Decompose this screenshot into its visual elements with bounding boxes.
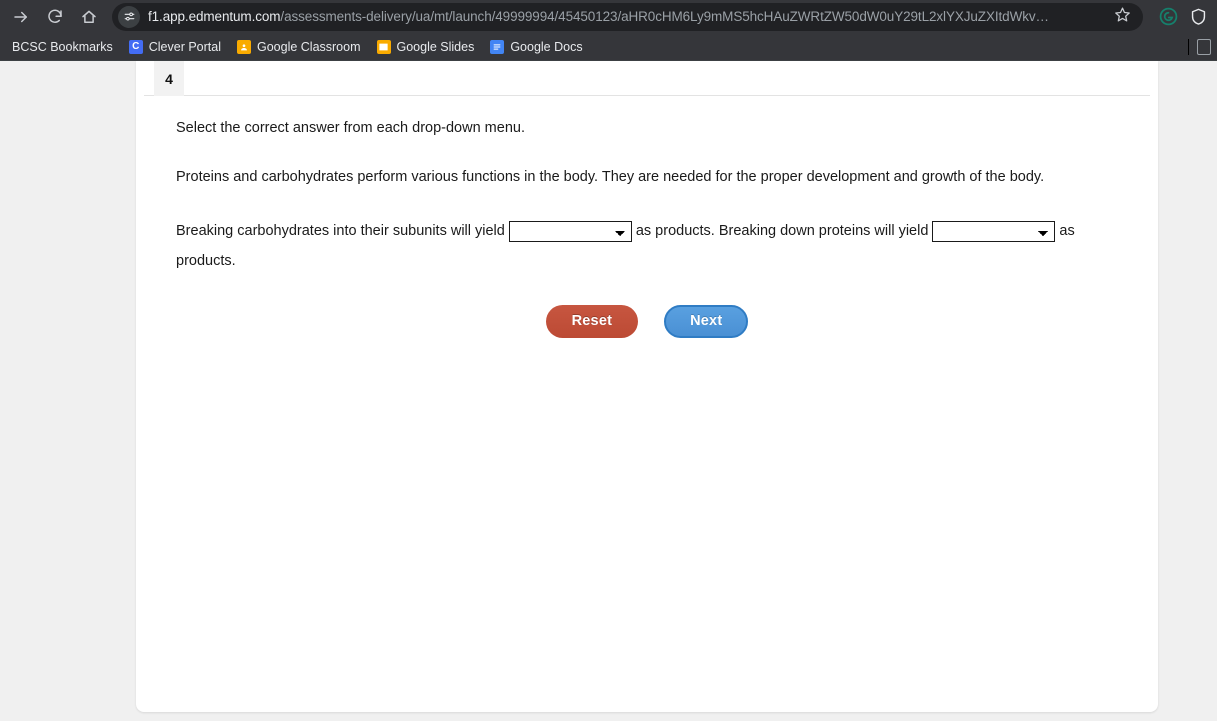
browser-chrome: f1.app.edmentum.com/assessments-delivery… — [0, 0, 1217, 61]
question-instruction: Select the correct answer from each drop… — [176, 120, 525, 136]
bookmark-label: Clever Portal — [148, 39, 221, 54]
bookmark-label: Google Slides — [396, 39, 475, 54]
bookmark-google-slides[interactable]: Google Slides — [369, 36, 483, 58]
fill-text-part-2: as products. Breaking down proteins will… — [635, 223, 929, 240]
bookmark-google-classroom[interactable]: Google Classroom — [229, 36, 369, 58]
page-viewport: 4 Select the correct answer from each dr… — [0, 61, 1217, 720]
bookmark-bcsc-bookmarks[interactable]: BCSC Bookmarks — [4, 36, 121, 58]
shield-extension-icon[interactable] — [1185, 4, 1211, 30]
arrow-right-icon — [12, 8, 30, 26]
site-settings-icon[interactable] — [118, 5, 140, 28]
grammarly-extension-icon[interactable] — [1155, 4, 1181, 30]
home-button[interactable] — [75, 3, 103, 31]
browser-toolbar: f1.app.edmentum.com/assessments-delivery… — [0, 0, 1217, 33]
url-text: f1.app.edmentum.com/assessments-delivery… — [148, 9, 1107, 24]
carbohydrate-products-dropdown[interactable] — [508, 220, 632, 242]
fill-text-part-1: Breaking carbohydrates into their subuni… — [176, 223, 505, 240]
fill-in-the-blank-sentence: Breaking carbohydrates into their subuni… — [176, 216, 1118, 277]
question-stem: Proteins and carbohydrates perform vario… — [176, 169, 1045, 186]
question-actions: Reset Next — [176, 304, 1118, 338]
bookmarks-divider — [1188, 38, 1189, 55]
question-body: Select the correct answer from each drop… — [136, 96, 1158, 338]
reload-icon — [46, 8, 64, 26]
google-slides-favicon — [376, 39, 391, 54]
forward-button[interactable] — [7, 3, 35, 31]
address-bar[interactable]: f1.app.edmentum.com/assessments-delivery… — [112, 2, 1143, 31]
url-path: /assessments-delivery/ua/mt/launch/49999… — [280, 9, 1049, 24]
google-docs-favicon — [490, 39, 505, 54]
question-tab-4[interactable]: 4 — [154, 61, 184, 96]
bookmark-clever-portal[interactable]: C Clever Portal — [121, 36, 229, 58]
clever-favicon: C — [128, 39, 143, 54]
home-icon — [80, 8, 98, 26]
bookmark-label: BCSC Bookmarks — [12, 39, 113, 54]
extensions-area — [1145, 4, 1213, 30]
bookmark-label: Google Docs — [510, 39, 583, 54]
url-host: f1.app.edmentum.com — [148, 9, 281, 24]
google-classroom-favicon — [236, 39, 251, 54]
star-icon — [1114, 6, 1131, 28]
protein-products-dropdown[interactable] — [932, 220, 1056, 242]
bookmark-google-docs[interactable]: Google Docs — [482, 36, 590, 58]
reset-button[interactable]: Reset — [545, 304, 639, 338]
bookmarks-bar: BCSC Bookmarks C Clever Portal Google Cl… — [0, 33, 1217, 61]
question-tab-strip: 4 — [144, 61, 1150, 96]
bookmark-label: Google Classroom — [256, 39, 361, 54]
assessment-card: 4 Select the correct answer from each dr… — [136, 61, 1158, 712]
next-button[interactable]: Next — [664, 304, 749, 338]
reading-list-icon[interactable] — [1197, 38, 1211, 55]
bookmark-star-button[interactable] — [1109, 4, 1135, 30]
reload-button[interactable] — [41, 3, 69, 31]
